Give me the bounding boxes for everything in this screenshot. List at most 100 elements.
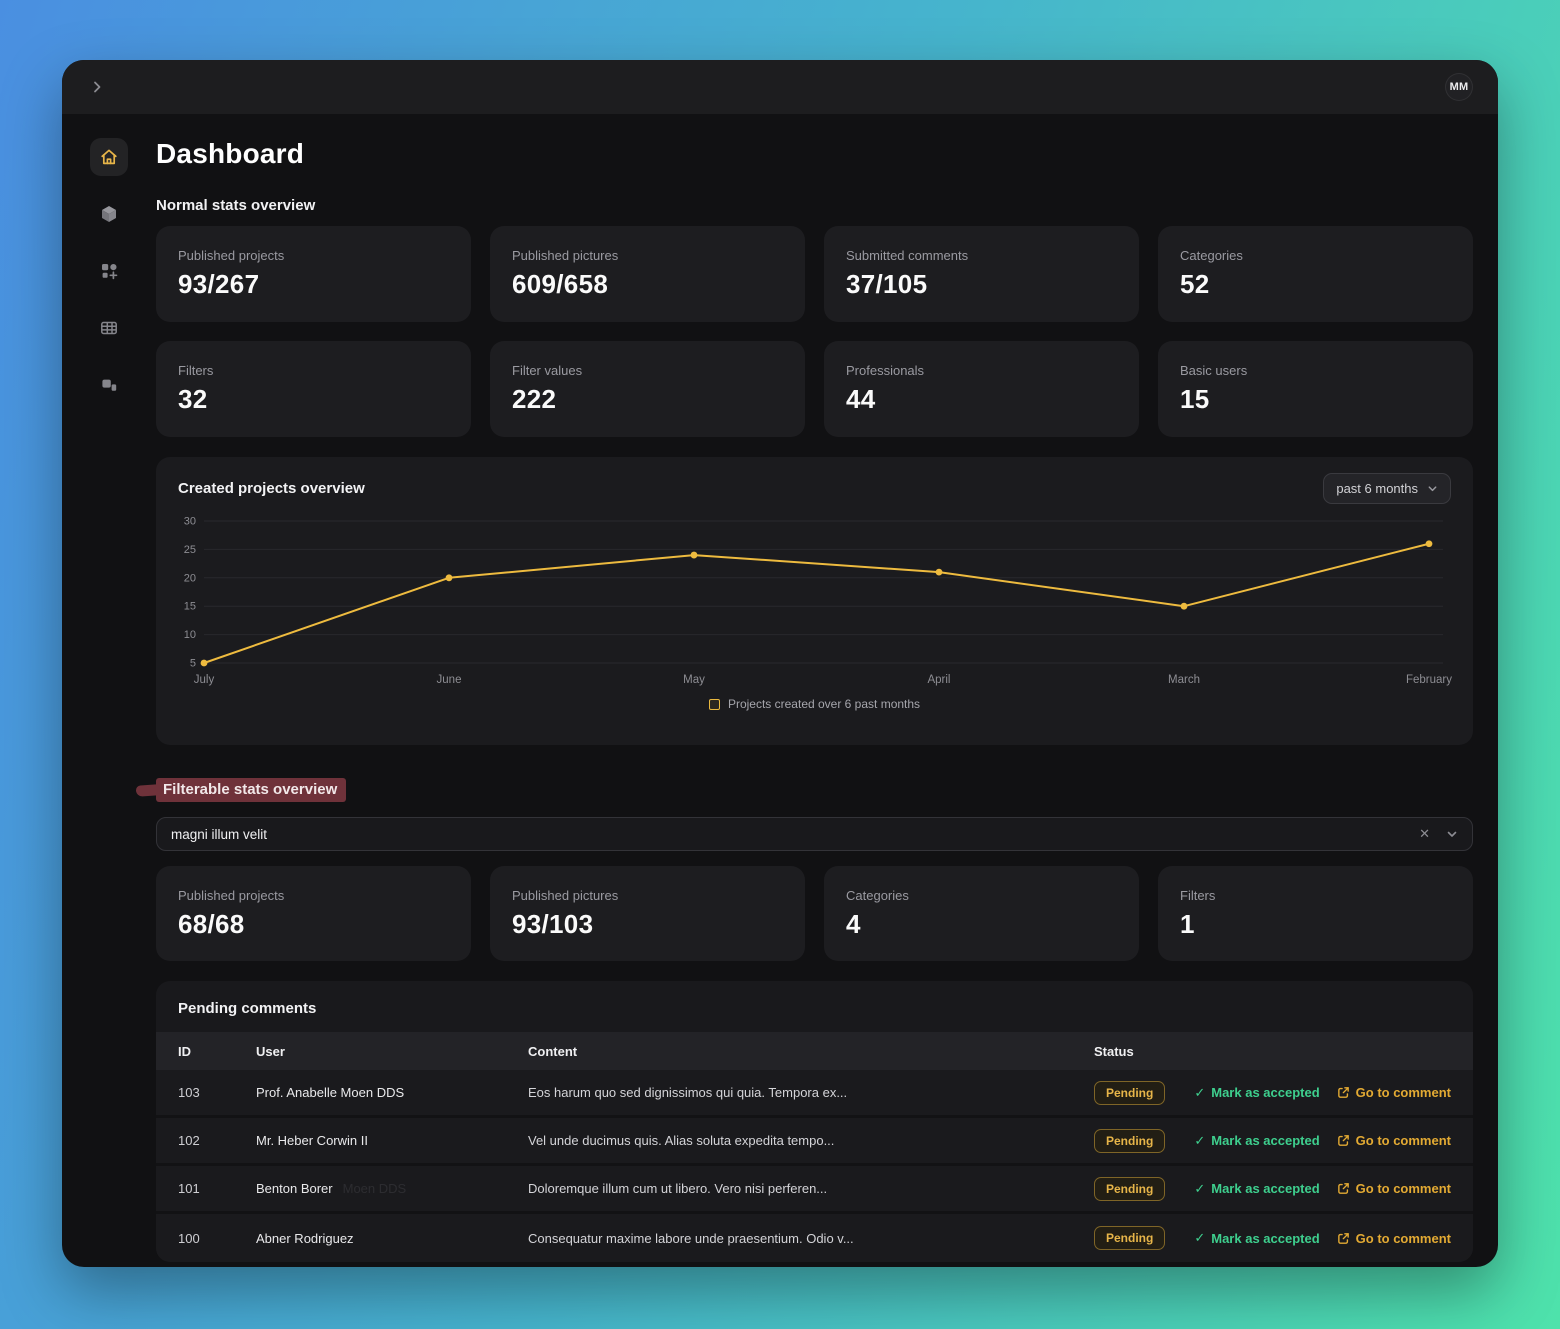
svg-text:10: 10 bbox=[184, 629, 196, 641]
svg-text:March: March bbox=[1168, 674, 1200, 686]
go-to-comment-link[interactable]: Go to comment bbox=[1337, 1133, 1451, 1148]
created-projects-chart-card: Created projects overview past 6 months … bbox=[156, 457, 1473, 745]
stat-card: Basic users 15 bbox=[1158, 341, 1473, 437]
sidebar-item-layouts[interactable] bbox=[90, 366, 128, 404]
pending-comments-title: Pending comments bbox=[156, 981, 1473, 1032]
check-icon: ✓ bbox=[1194, 1181, 1205, 1197]
stat-value: 609/658 bbox=[512, 269, 783, 300]
stat-value: 1 bbox=[1180, 909, 1451, 940]
layout-icon bbox=[99, 375, 119, 395]
stat-card: Filters 32 bbox=[156, 341, 471, 437]
mark-accepted-button[interactable]: ✓Mark as accepted bbox=[1194, 1085, 1319, 1101]
svg-text:July: July bbox=[194, 674, 215, 686]
stat-label: Basic users bbox=[1180, 363, 1451, 378]
filter-combobox[interactable]: ✕ bbox=[156, 817, 1473, 851]
stat-card: Published pictures 93/103 bbox=[490, 866, 805, 961]
svg-text:20: 20 bbox=[184, 572, 196, 584]
svg-text:5: 5 bbox=[190, 658, 196, 670]
stat-value: 15 bbox=[1180, 384, 1451, 415]
external-link-icon bbox=[1337, 1232, 1350, 1245]
chart-range-dropdown[interactable]: past 6 months bbox=[1323, 473, 1451, 504]
comment-content: Doloremque illum cum ut libero. Vero nis… bbox=[528, 1181, 1094, 1196]
stat-label: Categories bbox=[1180, 248, 1451, 263]
stat-label: Published projects bbox=[178, 888, 449, 903]
go-to-comment-link[interactable]: Go to comment bbox=[1337, 1085, 1451, 1100]
chart-range-label: past 6 months bbox=[1336, 481, 1418, 496]
normal-stats-heading: Normal stats overview bbox=[156, 197, 1473, 214]
col-header-content: Content bbox=[528, 1044, 1094, 1059]
mark-accepted-button[interactable]: ✓Mark as accepted bbox=[1194, 1230, 1319, 1246]
stat-value: 44 bbox=[846, 384, 1117, 415]
external-link-icon bbox=[1337, 1134, 1350, 1147]
filter-input[interactable] bbox=[171, 827, 1419, 842]
avatar[interactable]: MM bbox=[1445, 73, 1473, 101]
sidebar-item-components[interactable] bbox=[90, 252, 128, 290]
pending-comments-card: Pending comments ID User Content Status … bbox=[156, 981, 1473, 1262]
sidebar-item-projects[interactable] bbox=[90, 195, 128, 233]
combobox-chevron-down-icon[interactable] bbox=[1446, 828, 1458, 840]
go-to-comment-link[interactable]: Go to comment bbox=[1337, 1231, 1451, 1246]
legend-label: Projects created over 6 past months bbox=[728, 697, 920, 711]
stat-label: Submitted comments bbox=[846, 248, 1117, 263]
stat-card: Categories 52 bbox=[1158, 226, 1473, 322]
sidebar-expand-button[interactable] bbox=[86, 76, 108, 98]
col-header-id: ID bbox=[178, 1044, 256, 1059]
sidebar-item-home[interactable] bbox=[90, 138, 128, 176]
legend-swatch-icon bbox=[709, 699, 720, 710]
svg-text:30: 30 bbox=[184, 516, 196, 528]
main-content: Dashboard Normal stats overview Publishe… bbox=[156, 114, 1498, 1267]
external-link-icon bbox=[1337, 1182, 1350, 1195]
chevron-right-icon bbox=[89, 79, 105, 95]
svg-text:May: May bbox=[683, 674, 705, 686]
comment-user: Benton BorerMoen DDS bbox=[256, 1181, 528, 1196]
status-badge: Pending bbox=[1094, 1081, 1165, 1105]
comment-content: Eos harum quo sed dignissimos qui quia. … bbox=[528, 1085, 1094, 1100]
comment-user: Mr. Heber Corwin II bbox=[256, 1133, 528, 1148]
go-to-comment-link[interactable]: Go to comment bbox=[1337, 1181, 1451, 1196]
stat-label: Published pictures bbox=[512, 888, 783, 903]
stat-card: Published pictures 609/658 bbox=[490, 226, 805, 322]
check-icon: ✓ bbox=[1194, 1133, 1205, 1149]
table-row: 101 Benton BorerMoen DDS Doloremque illu… bbox=[156, 1166, 1473, 1214]
stat-card: Categories4 bbox=[824, 866, 1139, 961]
stat-label: Filters bbox=[178, 363, 449, 378]
stat-card: Published projects93/267 bbox=[156, 226, 471, 322]
svg-text:February: February bbox=[1406, 674, 1452, 686]
stat-value: 222 bbox=[512, 384, 783, 415]
clear-icon[interactable]: ✕ bbox=[1419, 826, 1430, 842]
status-badge: Pending bbox=[1094, 1177, 1165, 1201]
svg-text:15: 15 bbox=[184, 601, 196, 613]
stat-card: Published projects68/68 bbox=[156, 866, 471, 961]
line-chart: 51015202530JulyJuneMayAprilMarchFebruary bbox=[174, 515, 1455, 693]
stat-card: Filter values222 bbox=[490, 341, 805, 437]
topbar: MM bbox=[62, 60, 1498, 114]
external-link-icon bbox=[1337, 1086, 1350, 1099]
chevron-down-icon bbox=[1427, 483, 1438, 494]
stat-card: Submitted comments37/105 bbox=[824, 226, 1139, 322]
stat-value: 4 bbox=[846, 909, 1117, 940]
grid-plus-icon bbox=[99, 261, 119, 281]
stat-value: 32 bbox=[178, 384, 449, 415]
stat-value: 93/103 bbox=[512, 909, 783, 940]
mark-accepted-button[interactable]: ✓Mark as accepted bbox=[1194, 1133, 1319, 1149]
sidebar bbox=[62, 114, 156, 1267]
svg-text:April: April bbox=[927, 674, 950, 686]
cube-icon bbox=[99, 204, 119, 224]
stat-label: Published pictures bbox=[512, 248, 783, 263]
filterable-stats-heading-wrap: Filterable stats overview bbox=[156, 778, 346, 802]
comment-content: Vel unde ducimus quis. Alias soluta expe… bbox=[528, 1133, 1094, 1148]
sidebar-item-tables[interactable] bbox=[90, 309, 128, 347]
table-row: 103 Prof. Anabelle Moen DDS Eos harum qu… bbox=[156, 1070, 1473, 1118]
comment-user: Abner Rodriguez bbox=[256, 1231, 528, 1246]
mark-accepted-button[interactable]: ✓Mark as accepted bbox=[1194, 1181, 1319, 1197]
stat-card: Filters1 bbox=[1158, 866, 1473, 961]
table-row: 100 Abner Rodriguez Consequatur maxime l… bbox=[156, 1214, 1473, 1262]
stat-card: Professionals44 bbox=[824, 341, 1139, 437]
check-icon: ✓ bbox=[1194, 1085, 1205, 1101]
check-icon: ✓ bbox=[1194, 1230, 1205, 1246]
stat-value: 52 bbox=[1180, 269, 1451, 300]
table-row: 102 Mr. Heber Corwin II Vel unde ducimus… bbox=[156, 1118, 1473, 1166]
chart-legend[interactable]: Projects created over 6 past months bbox=[174, 697, 1455, 711]
page-title: Dashboard bbox=[156, 138, 1473, 170]
col-header-user: User bbox=[256, 1044, 528, 1059]
